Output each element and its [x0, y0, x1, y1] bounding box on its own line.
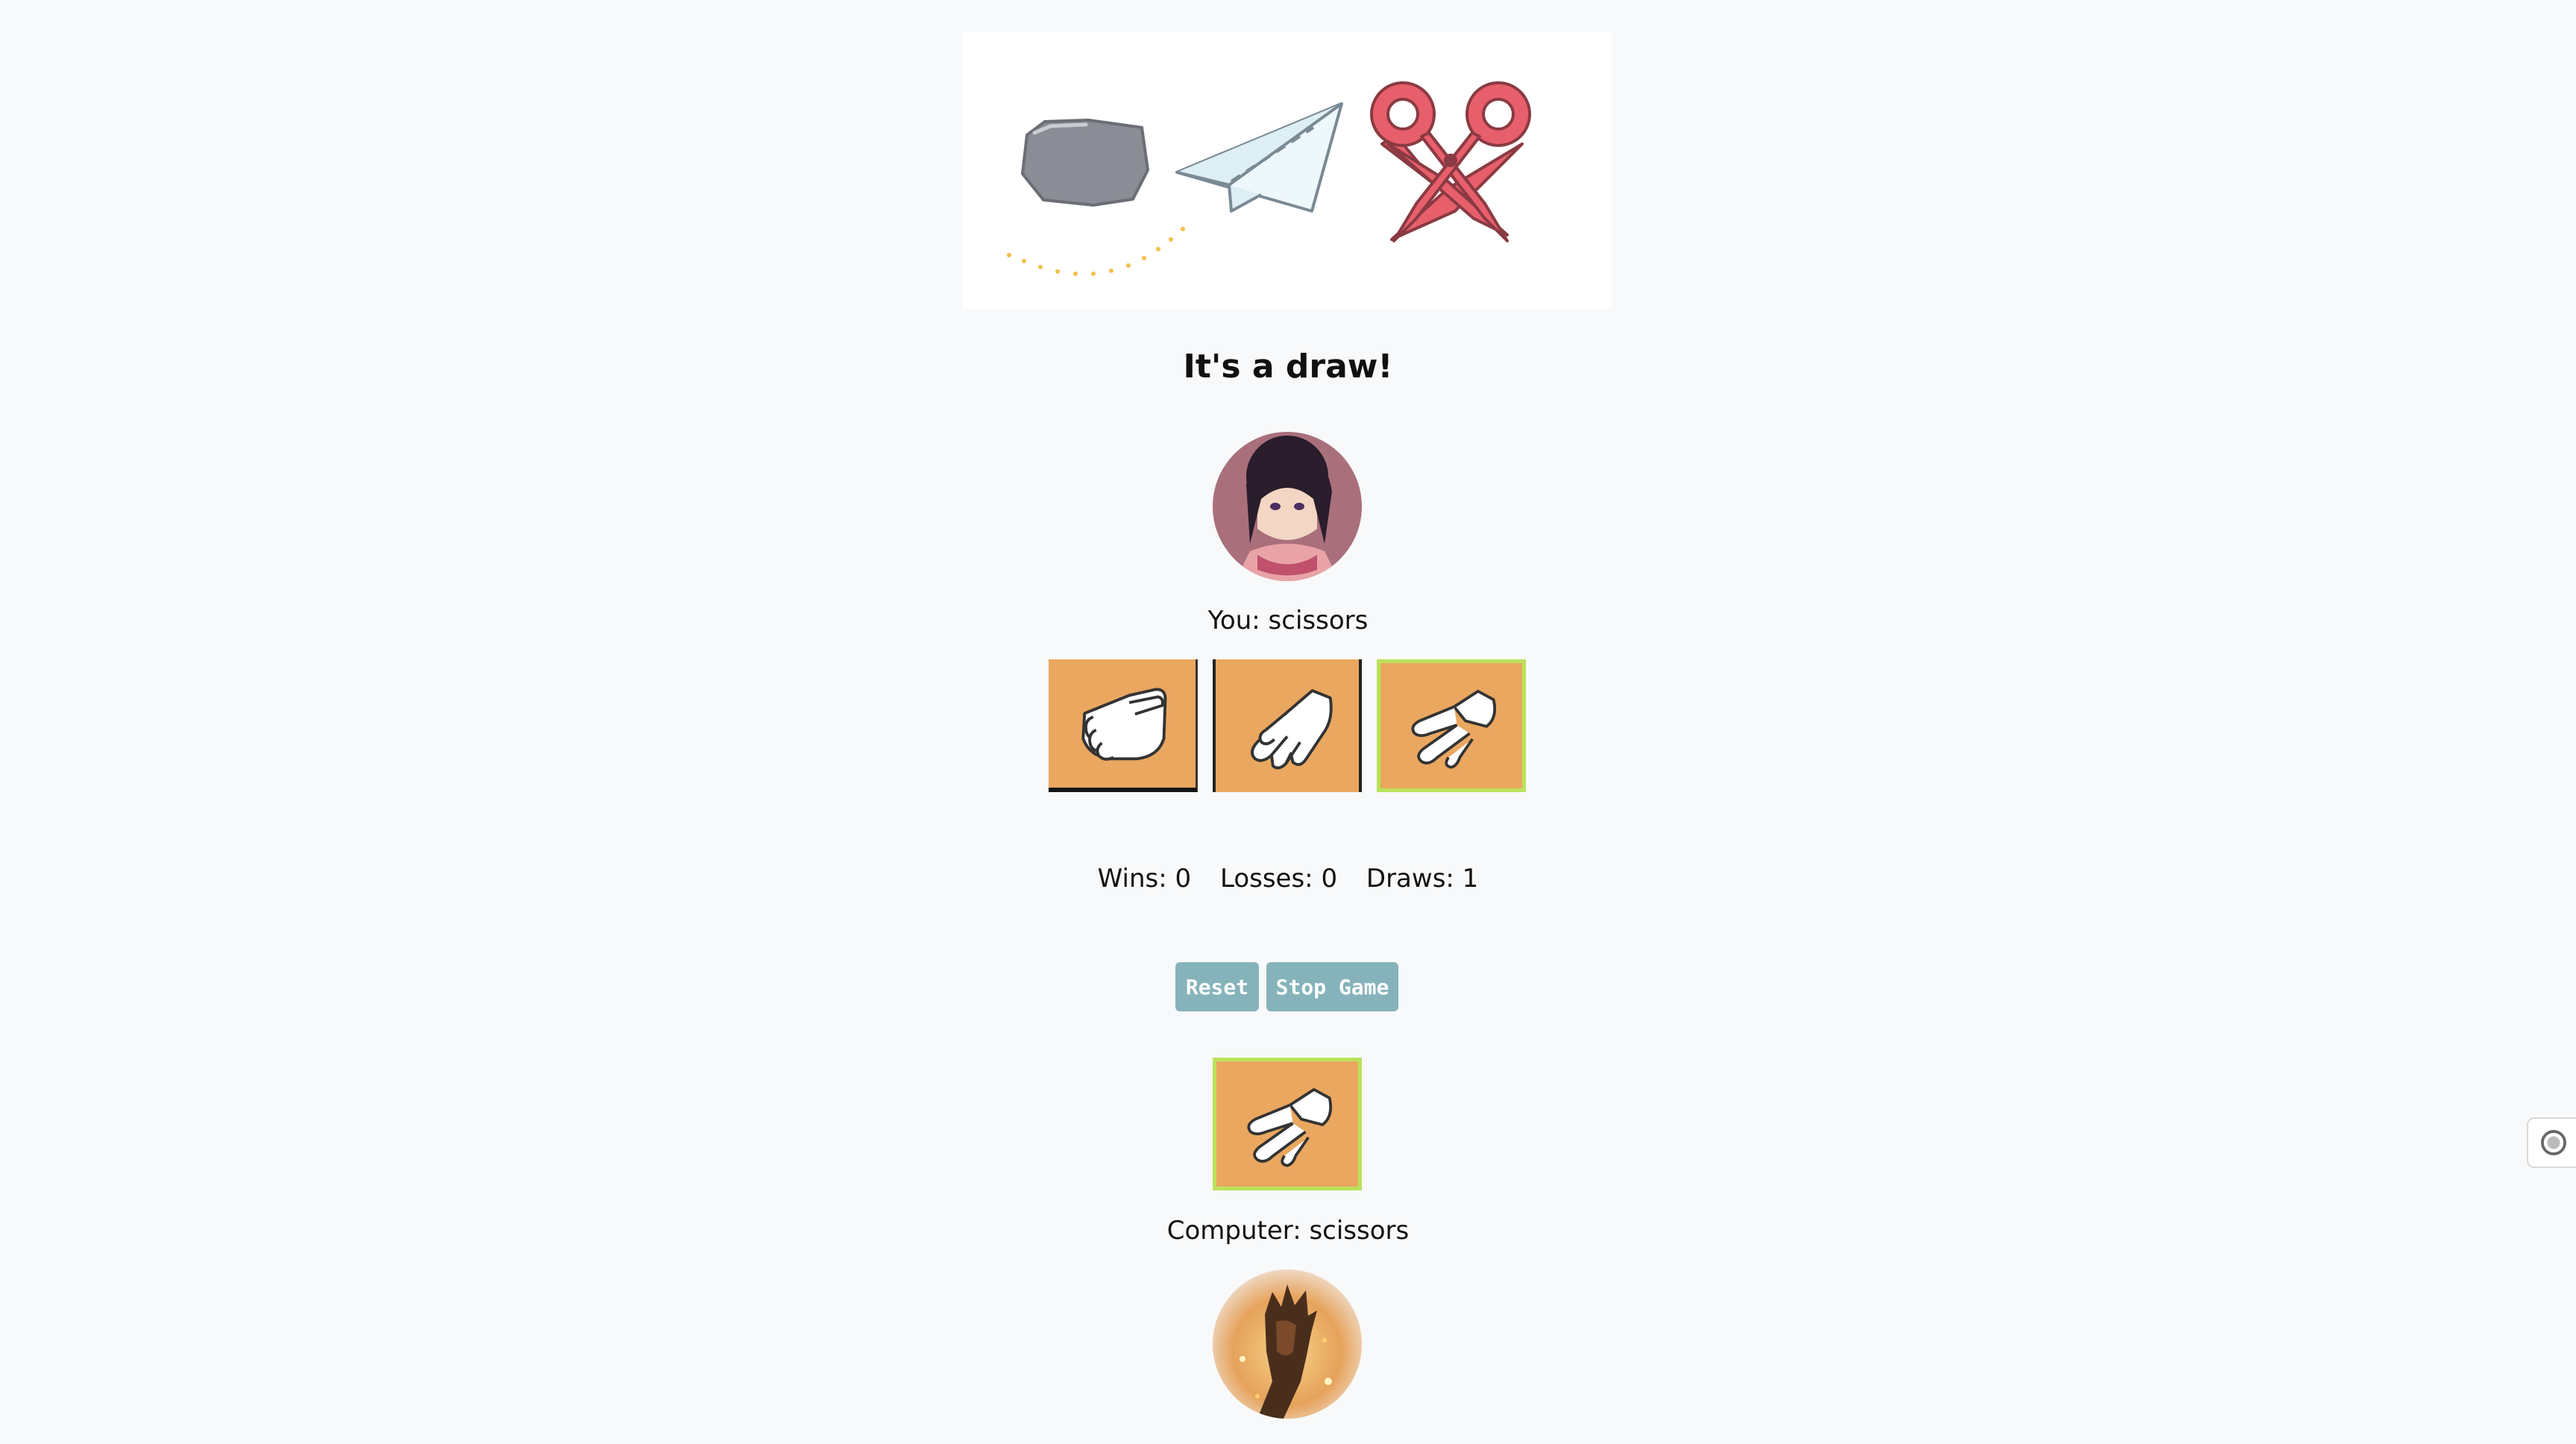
losses-count: Losses: 0	[1219, 864, 1338, 894]
header-banner	[963, 32, 1612, 310]
paper-button[interactable]	[1213, 659, 1362, 792]
stop-game-button[interactable]: Stop Game	[1266, 962, 1398, 1011]
computer-avatar	[1213, 1269, 1362, 1419]
rock-icon	[1021, 119, 1149, 207]
side-widget[interactable]	[2527, 1117, 2576, 1168]
rock-button[interactable]	[1049, 659, 1198, 792]
result-message: It's a draw!	[1183, 348, 1393, 386]
scissors-icon	[1370, 81, 1531, 242]
paper-plane-icon	[1175, 102, 1343, 213]
scoreboard: Wins: 0 Losses: 0 Draws: 1	[915, 864, 1661, 894]
scissors-hand-icon	[1411, 689, 1497, 769]
rock-hand-icon	[1081, 688, 1167, 761]
scissors-button[interactable]	[1377, 659, 1526, 792]
computer-choice-label: Computer: scissors	[1166, 1216, 1410, 1246]
player-choice-label: You: scissors	[1207, 606, 1369, 635]
dotted-trail	[1007, 227, 1185, 276]
circle-icon	[2541, 1130, 2566, 1155]
scissors-hand-icon	[1247, 1087, 1333, 1167]
reset-button[interactable]: Reset	[1175, 962, 1259, 1011]
paper-hand-icon	[1251, 689, 1333, 770]
computer-choice-tile	[1213, 1058, 1362, 1190]
player-avatar	[1213, 432, 1362, 581]
draws-count: Draws: 1	[1366, 864, 1479, 894]
wins-count: Wins: 0	[1097, 864, 1192, 894]
